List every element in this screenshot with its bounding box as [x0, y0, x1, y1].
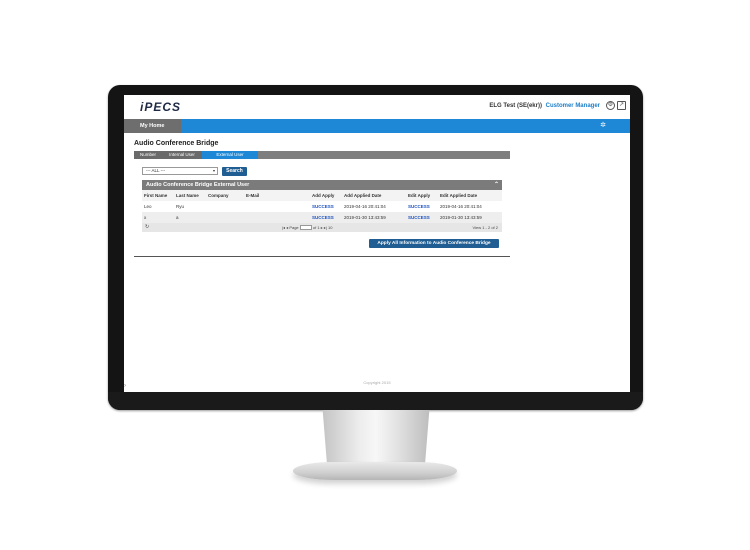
column-header-edit-apply[interactable]: Edit Apply	[408, 190, 438, 201]
tab-internal-user[interactable]: Internal User	[162, 151, 202, 159]
grid-header-row: First Name Last Name Company E-Mail Add …	[142, 190, 502, 201]
next-page-icon[interactable]: ▸	[321, 225, 323, 230]
search-button[interactable]: Search	[222, 167, 247, 176]
cell-add-applied-date: 2019-04-16 20:41:04	[344, 204, 386, 209]
cell-first-name: Leo	[144, 204, 152, 209]
page-of-label: of 1	[312, 225, 320, 230]
cell-edit-applied-date: 2019-01-30 13:43:59	[440, 215, 482, 220]
column-header-first-name[interactable]: First Name	[144, 190, 174, 201]
settings-icon[interactable]: ⚙	[606, 101, 615, 110]
page-title: Audio Conference Bridge	[134, 140, 219, 147]
menu-toggle-icon[interactable]: ✲	[600, 122, 606, 130]
cell-add-apply-status: SUCCESS	[312, 215, 334, 220]
copyright-text: Copyright 2015	[363, 380, 391, 385]
view-count: View 1 - 2 of 2	[472, 225, 499, 230]
grid-title-bar: Audio Conference Bridge External User ⌃	[142, 180, 502, 190]
prev-page-icon[interactable]: ◂	[286, 225, 288, 230]
column-header-edit-applied-date[interactable]: Edit Applied Date	[440, 190, 500, 201]
column-header-email[interactable]: E-Mail	[246, 190, 306, 201]
column-header-add-applied-date[interactable]: Add Applied Date	[344, 190, 404, 201]
table-row[interactable]: Leo Ryu SUCCESS 2019-04-16 20:41:04 SUCC…	[142, 201, 502, 212]
exit-icon[interactable]: ↗	[617, 101, 626, 110]
monitor-stand-base	[293, 462, 457, 480]
column-header-last-name[interactable]: Last Name	[176, 190, 206, 201]
cell-last-name: a	[176, 215, 179, 220]
table-row[interactable]: x a SUCCESS 2019-01-30 13:43:59 SUCCESS …	[142, 212, 502, 223]
apply-all-button[interactable]: Apply All Information to Audio Conferenc…	[369, 239, 499, 248]
monitor-stand-neck	[322, 410, 430, 468]
column-header-add-apply[interactable]: Add Apply	[312, 190, 342, 201]
column-header-company[interactable]: Company	[208, 190, 242, 201]
account-user: ELG Test (SE(ekr))	[489, 103, 542, 109]
page-label: Page	[289, 225, 299, 230]
filter-select[interactable]: --- ALL --- ▾	[142, 167, 218, 175]
app-screen: iPECS ELG Test (SE(ekr)) Customer Manage…	[124, 95, 630, 392]
cell-edit-applied-date: 2019-04-16 20:41:04	[440, 204, 482, 209]
page-size-select[interactable]: 10	[328, 225, 332, 230]
cell-last-name: Ryu	[176, 204, 185, 209]
first-page-icon[interactable]: |◂	[282, 225, 285, 230]
main-nav: My Home ✲	[124, 119, 630, 133]
tab-external-user[interactable]: External User	[202, 151, 258, 159]
side-handle-icon[interactable]: ›	[124, 383, 126, 389]
cell-first-name: x	[144, 215, 147, 220]
monitor-chin	[108, 392, 643, 410]
page-number-input[interactable]	[299, 225, 312, 231]
ipecs-logo[interactable]: iPECS	[140, 100, 181, 114]
nav-my-home[interactable]: My Home	[124, 119, 181, 133]
cell-edit-apply-status: SUCCESS	[408, 204, 430, 209]
grid-pager: ↻ |◂ ◂ Page of 1 ▸ ▸| 10 View 1 - 2 of 2	[142, 223, 502, 232]
cell-edit-apply-status: SUCCESS	[408, 215, 430, 220]
account-info: ELG Test (SE(ekr)) Customer Manager	[489, 103, 600, 109]
filter-select-value: --- ALL ---	[146, 168, 166, 173]
last-page-icon[interactable]: ▸|	[324, 225, 327, 230]
refresh-icon[interactable]: ↻	[145, 223, 149, 232]
collapse-icon[interactable]: ⌃	[494, 180, 499, 190]
chevron-down-icon: ▾	[212, 168, 215, 173]
top-header: iPECS ELG Test (SE(ekr)) Customer Manage…	[124, 95, 630, 119]
monitor-mockup: iPECS ELG Test (SE(ekr)) Customer Manage…	[0, 0, 750, 550]
account-role[interactable]: Customer Manager	[546, 103, 600, 109]
section-divider	[134, 256, 510, 257]
tab-number[interactable]: Number	[134, 151, 162, 159]
external-user-grid: Audio Conference Bridge External User ⌃ …	[142, 180, 502, 232]
cell-add-apply-status: SUCCESS	[312, 204, 334, 209]
grid-title: Audio Conference Bridge External User	[146, 182, 250, 188]
pager-nav: |◂ ◂ Page of 1 ▸ ▸| 10	[282, 223, 332, 232]
cell-add-applied-date: 2019-01-30 13:43:59	[344, 215, 386, 220]
tab-bar: Number Internal User External User	[134, 151, 510, 159]
